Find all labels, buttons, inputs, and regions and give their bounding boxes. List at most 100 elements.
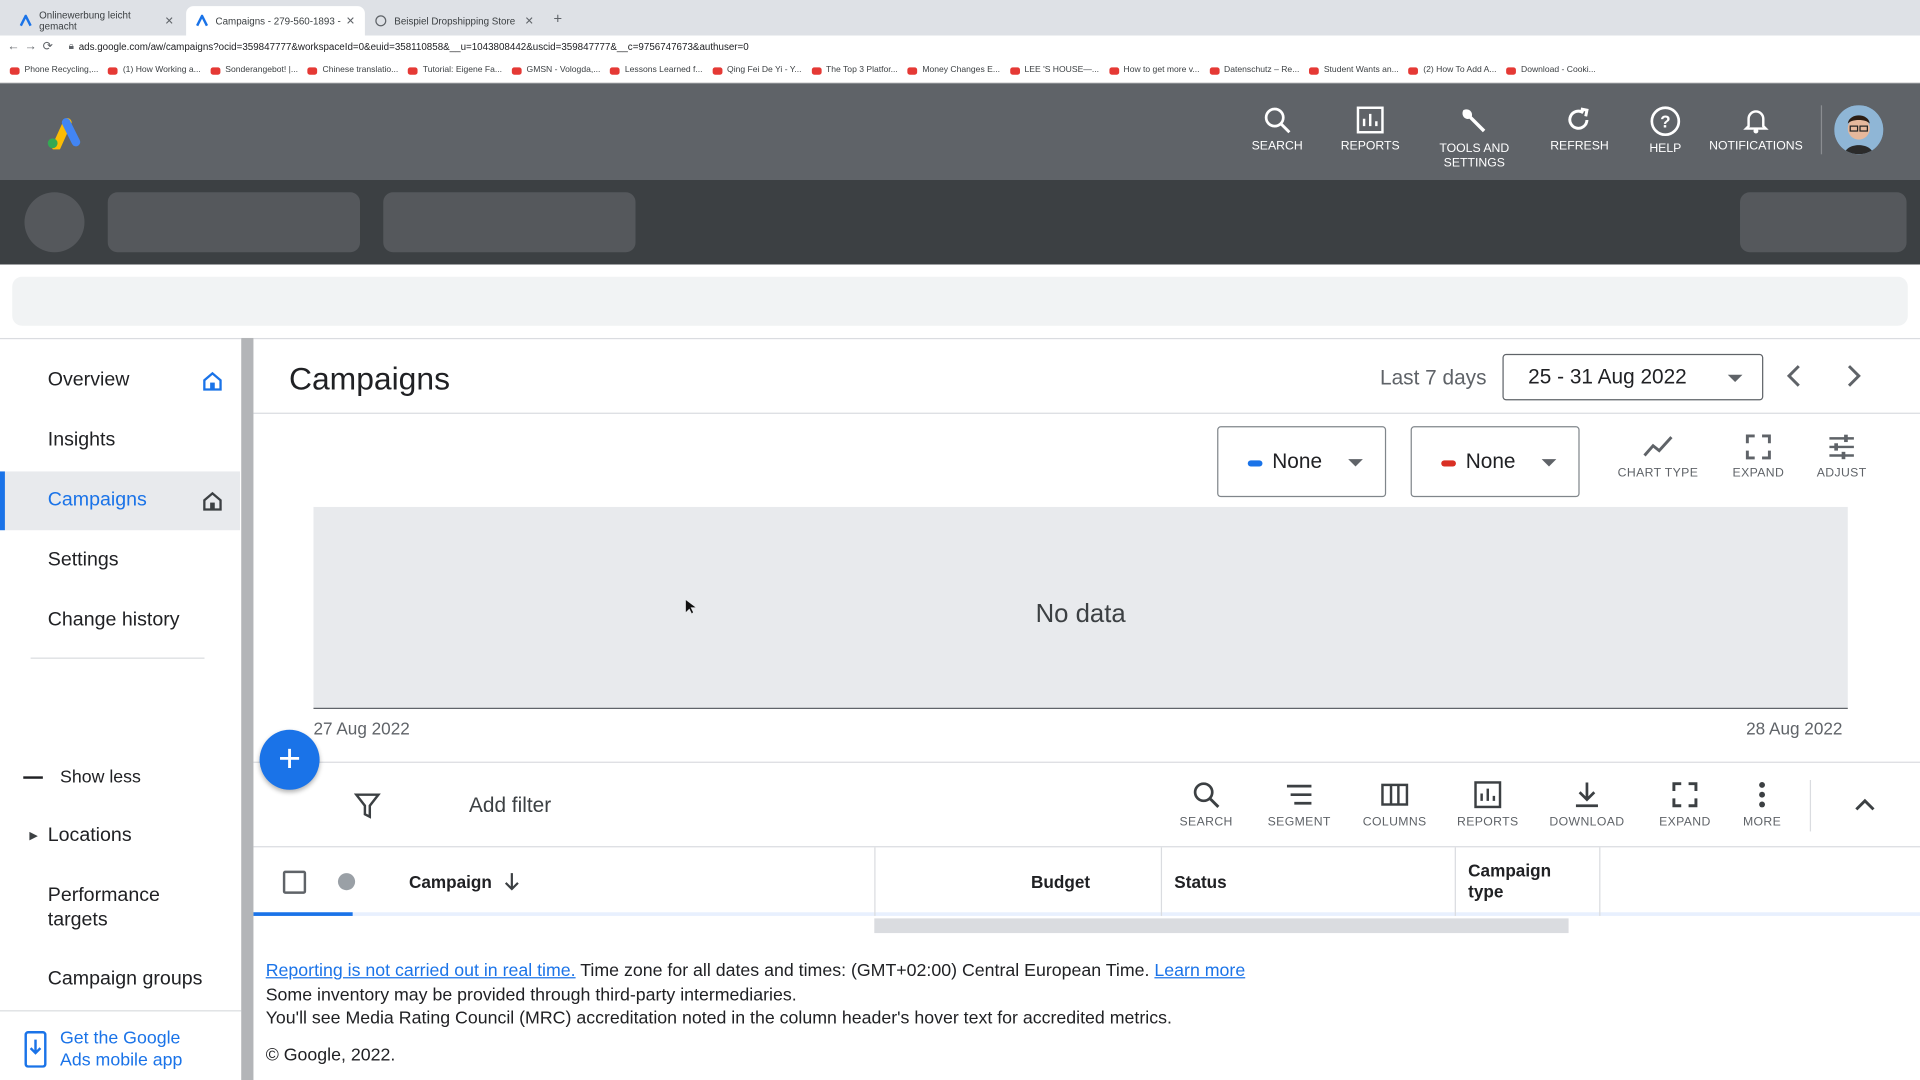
bookmark-item[interactable]: The Top 3 Platfor... (811, 66, 898, 75)
caret-down-icon (1541, 459, 1557, 467)
reporting-link[interactable]: Reporting is not carried out in real tim… (266, 961, 576, 981)
column-header-campaign-type[interactable]: Campaign type (1468, 847, 1551, 916)
sidebar-scrollbar[interactable] (241, 337, 254, 1080)
browser-tab-active[interactable]: Campaigns - 279-560-1893 - ✕ (186, 6, 365, 36)
arrow-down-icon (504, 873, 519, 891)
url-text[interactable]: ads.google.com/aw/campaigns?ocid=3598477… (79, 41, 749, 52)
columns-button[interactable]: COLUMNS (1360, 780, 1429, 829)
bookmark-item[interactable]: GMSN - Vologda,... (511, 66, 600, 75)
browser-tab[interactable]: Beispiel Dropshipping Store ✕ (365, 6, 544, 35)
avatar[interactable] (1834, 105, 1884, 155)
table-search-button[interactable]: SEARCH (1172, 780, 1241, 829)
top-search-button[interactable]: SEARCH (1251, 105, 1303, 153)
minus-icon (23, 776, 43, 779)
bookmark-icon (307, 66, 318, 75)
bookmark-item[interactable]: Student Wants an... (1309, 66, 1399, 75)
phone-download-icon (24, 1031, 47, 1068)
create-campaign-fab[interactable]: + (259, 729, 320, 790)
user-avatar-icon (1834, 105, 1884, 155)
browser-tab[interactable]: Onlinewerbung leicht gemacht ✕ (10, 6, 184, 35)
notifications-button[interactable]: NOTIFICATIONS (1707, 105, 1805, 153)
close-icon[interactable]: ✕ (346, 14, 355, 27)
divider (1599, 847, 1601, 916)
sidebar-item-overview[interactable]: Overview (0, 351, 240, 410)
bookmark-item[interactable]: How to get more v... (1108, 66, 1200, 75)
loading-placeholder (107, 192, 361, 253)
column-header-budget[interactable]: Budget (1031, 847, 1090, 916)
bookmark-item[interactable]: Qing Fei De Yi - Y... (712, 66, 802, 75)
bookmark-icon (408, 66, 418, 75)
sidebar-item-campaign-groups[interactable]: Campaign groups (0, 950, 240, 1009)
bookmark-item[interactable]: Lessons Learned f... (610, 66, 703, 75)
help-button[interactable]: ? HELP (1646, 105, 1685, 156)
forward-icon[interactable]: → (22, 40, 39, 53)
new-tab-icon[interactable]: + (553, 10, 562, 27)
chart-type-button[interactable]: CHART TYPE (1615, 433, 1701, 480)
bookmark-item[interactable]: Chinese translatio... (307, 66, 398, 75)
bookmark-item[interactable]: LEE 'S HOUSE—... (1009, 66, 1099, 75)
address-bar: ← → ⟳ 🔒︎ ads.google.com/aw/campaigns?oci… (0, 35, 1920, 58)
search-icon (1193, 782, 1220, 808)
google-ads-icon (19, 13, 32, 27)
chart-expand-button[interactable]: EXPAND (1724, 433, 1793, 480)
sliders-icon (1829, 434, 1854, 460)
account-bar-loading (0, 180, 1920, 265)
horizontal-scrollbar[interactable] (874, 918, 1569, 934)
page-footer: Reporting is not carried out in real tim… (265, 961, 1246, 1065)
add-filter-input[interactable]: Add filter (469, 793, 551, 817)
bookmark-item[interactable]: (1) How Working a... (108, 66, 201, 75)
download-icon (1575, 782, 1598, 808)
bookmark-icon (712, 66, 723, 75)
download-button[interactable]: DOWNLOAD (1545, 780, 1628, 829)
sidebar-item-campaigns[interactable]: Campaigns (0, 471, 241, 531)
date-range-picker[interactable]: 25 - 31 Aug 2022 (1502, 353, 1764, 401)
more-button[interactable]: MORE (1730, 780, 1794, 829)
show-less-button[interactable]: Show less (0, 748, 240, 807)
loading-placeholder (383, 192, 636, 253)
browser-tab-bar: Onlinewerbung leicht gemacht ✕ Campaigns… (0, 0, 1920, 36)
bookmark-item[interactable]: Tutorial: Eigene Fa... (408, 66, 502, 75)
table-expand-button[interactable]: EXPAND (1651, 780, 1720, 829)
table-reports-button[interactable]: REPORTS (1453, 780, 1522, 829)
columns-icon (1381, 783, 1409, 806)
close-icon[interactable]: ✕ (525, 14, 534, 27)
metric-selector-1[interactable]: None (1217, 426, 1387, 498)
app-root: Onlinewerbung leicht gemacht ✕ Campaigns… (0, 0, 1920, 1080)
select-all-checkbox[interactable] (282, 870, 307, 894)
metric-selector-2[interactable]: None (1410, 426, 1580, 498)
home-icon[interactable] (202, 491, 223, 512)
mobile-app-link[interactable]: Get the Google Ads mobile app (24, 1027, 182, 1071)
chevron-up-icon[interactable] (1853, 796, 1877, 813)
column-header-campaign[interactable]: Campaign (409, 847, 520, 916)
bookmark-item[interactable]: (2) How To Add A... (1408, 66, 1497, 75)
bookmark-item[interactable]: Money Changes E... (907, 66, 1000, 75)
bookmark-item[interactable]: Download - Cooki... (1506, 66, 1596, 75)
column-header-status[interactable]: Status (1174, 847, 1226, 916)
sidebar-item-settings[interactable]: Settings (0, 531, 240, 590)
chevron-right-icon[interactable] (1844, 364, 1864, 388)
sidebar-item-locations[interactable]: ▶ Locations (0, 807, 240, 866)
bookmark-icon (610, 66, 620, 75)
google-ads-logo[interactable] (44, 115, 81, 150)
chart-adjust-button[interactable]: ADJUST (1810, 433, 1874, 480)
refresh-button[interactable]: REFRESH (1550, 105, 1609, 153)
more-vert-icon (1759, 781, 1765, 808)
filter-icon[interactable] (353, 792, 381, 819)
sidebar-item-change-history[interactable]: Change history (0, 591, 240, 650)
bookmark-item[interactable]: Phone Recycling,... (9, 66, 99, 75)
back-icon[interactable]: ← (5, 40, 22, 53)
sidebar-item-insights[interactable]: Insights (0, 411, 240, 470)
sidebar-item-performance-targets[interactable]: Performance targets (0, 874, 240, 943)
top-reports-button[interactable]: REPORTS (1340, 105, 1401, 153)
reload-icon[interactable]: ⟳ (39, 40, 56, 53)
learn-more-link[interactable]: Learn more (1154, 961, 1245, 981)
svg-text:?: ? (1660, 111, 1670, 131)
bookmark-item[interactable]: Sonderangebot! |... (210, 66, 298, 75)
plus-icon: + (278, 735, 302, 781)
chevron-left-icon[interactable] (1784, 364, 1804, 388)
tools-and-settings-button[interactable]: TOOLS AND SETTINGS (1435, 105, 1513, 171)
close-icon[interactable]: ✕ (165, 14, 174, 27)
bookmark-item[interactable]: Datenschutz – Re... (1209, 66, 1299, 75)
segment-button[interactable]: SEGMENT (1265, 780, 1334, 829)
home-icon[interactable] (202, 371, 223, 392)
